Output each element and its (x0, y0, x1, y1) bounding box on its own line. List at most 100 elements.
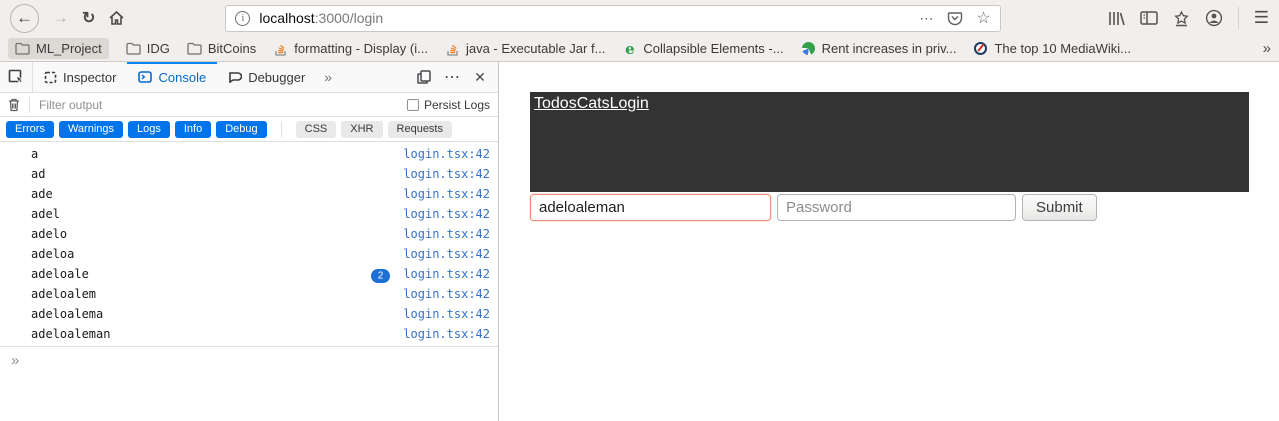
bookmark-label: The top 10 MediaWiki... (994, 41, 1132, 56)
filter-xhr-button[interactable]: XHR (341, 120, 383, 138)
log-row: a login.tsx:42 (31, 147, 490, 161)
bookmark-folder-idg[interactable]: IDG (126, 41, 170, 56)
bookmark-folder-bitcoins[interactable]: BitCoins (187, 41, 256, 56)
bookmark-rent[interactable]: Rent increases in priv... (801, 41, 957, 56)
log-location-link[interactable]: login.tsx:42 (403, 327, 490, 341)
library-icon[interactable] (1107, 10, 1125, 27)
sidebar-icon[interactable] (1140, 10, 1158, 26)
filter-css-button[interactable]: CSS (295, 120, 337, 138)
site-header: TodosCatsLogin (530, 92, 1249, 192)
circle-favicon-icon (801, 41, 816, 56)
persist-logs-label: Persist Logs (423, 97, 490, 112)
log-location-link[interactable]: login.tsx:42 (403, 267, 490, 281)
log-row: ad login.tsx:42 (31, 167, 490, 181)
split-console-icon (417, 70, 431, 84)
log-location-link[interactable]: login.tsx:42 (403, 227, 490, 241)
folder-icon (126, 41, 141, 56)
bookmark-star-icon[interactable]: ☆ (976, 8, 990, 28)
menu-icon[interactable]: ☰ (1254, 8, 1269, 28)
divider (280, 121, 282, 137)
home-icon (109, 10, 124, 25)
submit-button[interactable]: Submit (1022, 194, 1097, 221)
log-row: adeloa login.tsx:42 (31, 247, 490, 261)
browser-toolbar: ← → ↻ i localhost:3000/login ⋯ ☆ ☰ (0, 0, 1279, 36)
log-location-link[interactable]: login.tsx:42 (403, 307, 490, 321)
log-row: ade login.tsx:42 (31, 187, 490, 201)
reload-button[interactable]: ↻ (82, 8, 95, 28)
devtools-tabbar: Inspector Console Debugger » ⋯ ✕ (0, 62, 498, 93)
bookmark-label: Collapsible Elements -... (643, 41, 784, 56)
site-nav: TodosCatsLogin (534, 95, 1245, 113)
console-filter-row: Filter output Persist Logs (0, 93, 498, 117)
bookmarks-bar: ML_Project IDG BitCoins formatting - Dis… (0, 36, 1279, 62)
log-row: adelo login.tsx:42 (31, 227, 490, 241)
filter-requests-button[interactable]: Requests (387, 120, 452, 138)
site-info-icon[interactable]: i (235, 10, 251, 26)
clear-console-icon[interactable] (8, 98, 20, 112)
back-button[interactable]: ← (10, 3, 39, 33)
persist-logs-checkbox[interactable] (406, 98, 419, 111)
pocket-icon[interactable] (947, 10, 963, 26)
console-icon (138, 71, 153, 83)
bookmark-label: Rent increases in priv... (821, 41, 957, 56)
filter-output-input[interactable]: Filter output (39, 98, 102, 112)
log-location-link[interactable]: login.tsx:42 (403, 187, 490, 201)
nav-link-todos[interactable]: Todos (534, 95, 577, 112)
page-actions-icon[interactable]: ⋯ (919, 10, 934, 27)
forward-button[interactable]: → (52, 8, 69, 28)
folder-icon (187, 41, 202, 56)
devtools-menu-icon[interactable]: ⋯ (440, 65, 464, 89)
log-location-link[interactable]: login.tsx:42 (403, 247, 490, 261)
close-devtools-icon[interactable]: ✕ (468, 65, 492, 89)
inspector-icon (44, 71, 57, 83)
filter-errors-button[interactable]: Errors (6, 120, 54, 138)
log-row: adeloalema login.tsx:42 (31, 307, 490, 321)
log-row: adeloalem login.tsx:42 (31, 287, 490, 301)
home-button[interactable] (108, 10, 125, 26)
filter-warnings-button[interactable]: Warnings (58, 120, 124, 138)
compass-favicon-icon (973, 41, 988, 56)
login-form: Submit (530, 194, 1097, 221)
url-text[interactable]: localhost:3000/login (259, 10, 383, 26)
e-favicon-icon: e (625, 39, 635, 58)
bookmarks-menu-icon[interactable] (1173, 10, 1190, 27)
pick-element-button[interactable] (0, 62, 33, 92)
filter-logs-button[interactable]: Logs (128, 120, 170, 138)
filter-info-button[interactable]: Info (174, 120, 212, 138)
filter-debug-button[interactable]: Debug (216, 120, 267, 138)
bookmark-label: formatting - Display (i... (294, 41, 428, 56)
back-icon: ← (16, 8, 33, 27)
log-location-link[interactable]: login.tsx:42 (403, 167, 490, 181)
log-location-link[interactable]: login.tsx:42 (403, 287, 490, 301)
log-location-link[interactable]: login.tsx:42 (403, 147, 490, 161)
bookmark-formatting[interactable]: formatting - Display (i... (273, 41, 428, 56)
log-location-link[interactable]: login.tsx:42 (403, 207, 490, 221)
nav-link-cats[interactable]: Cats (577, 95, 610, 112)
bookmarks-overflow-icon[interactable]: » (1263, 40, 1271, 57)
more-tabs-icon[interactable]: » (316, 62, 340, 92)
page-viewport: TodosCatsLogin Submit (499, 62, 1279, 421)
bookmark-mediawiki[interactable]: The top 10 MediaWiki... (973, 41, 1131, 56)
bookmark-label: IDG (146, 41, 170, 56)
reload-icon: ↻ (82, 10, 96, 27)
bookmark-folder-ml-project[interactable]: ML_Project (8, 38, 109, 59)
bookmark-label: BitCoins (207, 41, 257, 56)
repeat-count-badge: 2 (370, 268, 391, 283)
tab-debugger[interactable]: Debugger (217, 62, 316, 92)
console-output: a login.tsx:42 ad login.tsx:42 ade login.ts… (0, 142, 498, 344)
tab-console[interactable]: Console (127, 62, 217, 92)
prompt-icon: » (11, 352, 20, 369)
console-command-input[interactable]: » (0, 346, 498, 421)
tab-inspector[interactable]: Inspector (33, 62, 127, 92)
split-console-button[interactable] (412, 65, 436, 89)
password-input[interactable] (777, 194, 1016, 221)
bookmark-collapsible[interactable]: e Collapsible Elements -... (622, 39, 784, 58)
nav-link-login[interactable]: Login (610, 95, 649, 112)
account-icon[interactable] (1205, 9, 1223, 27)
url-bar[interactable]: i localhost:3000/login ⋯ ☆ (225, 4, 1001, 32)
devtools-panel: Inspector Console Debugger » ⋯ ✕ Filter … (0, 62, 499, 421)
username-input[interactable] (530, 194, 771, 221)
bookmark-java-jar[interactable]: java - Executable Jar f... (445, 41, 605, 56)
console-filter-buttons: Errors Warnings Logs Info Debug CSS XHR … (0, 117, 498, 142)
debugger-icon (229, 72, 243, 83)
